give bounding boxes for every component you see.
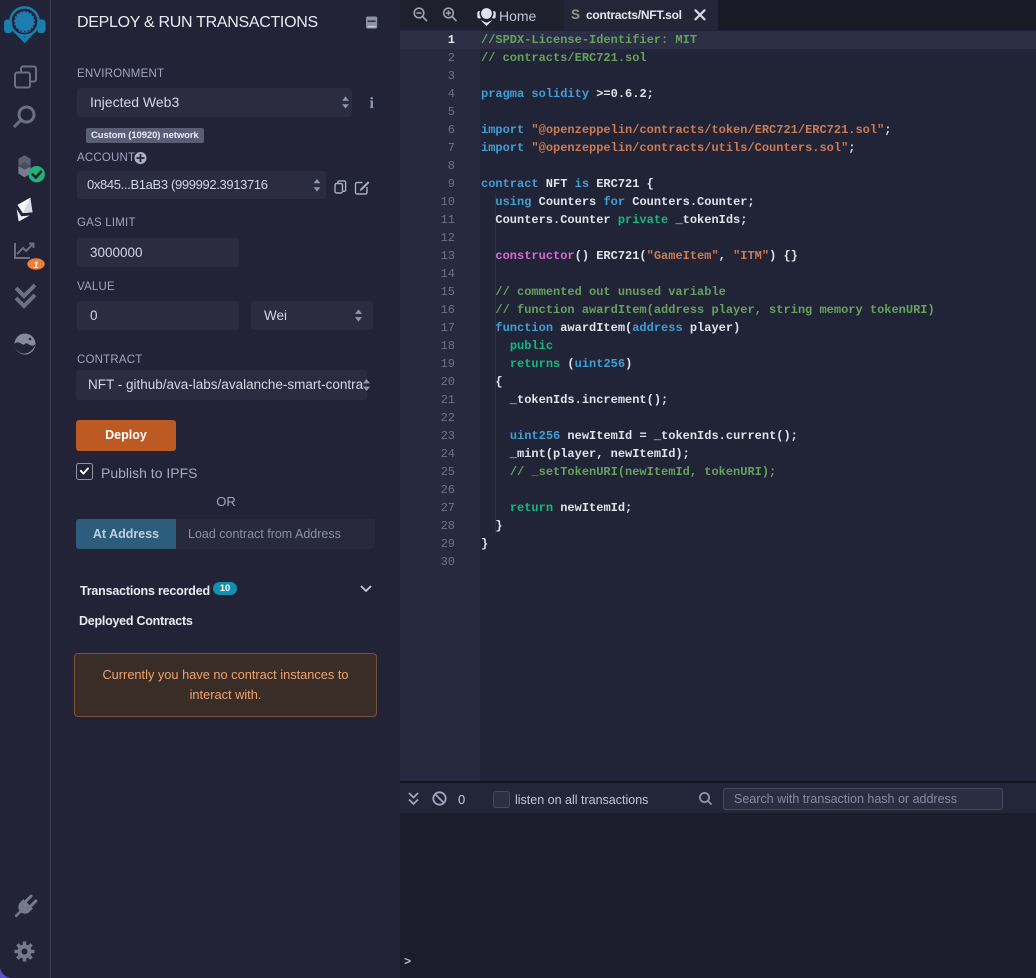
svg-text:1: 1 xyxy=(33,260,38,270)
svg-text:i: i xyxy=(370,95,375,112)
